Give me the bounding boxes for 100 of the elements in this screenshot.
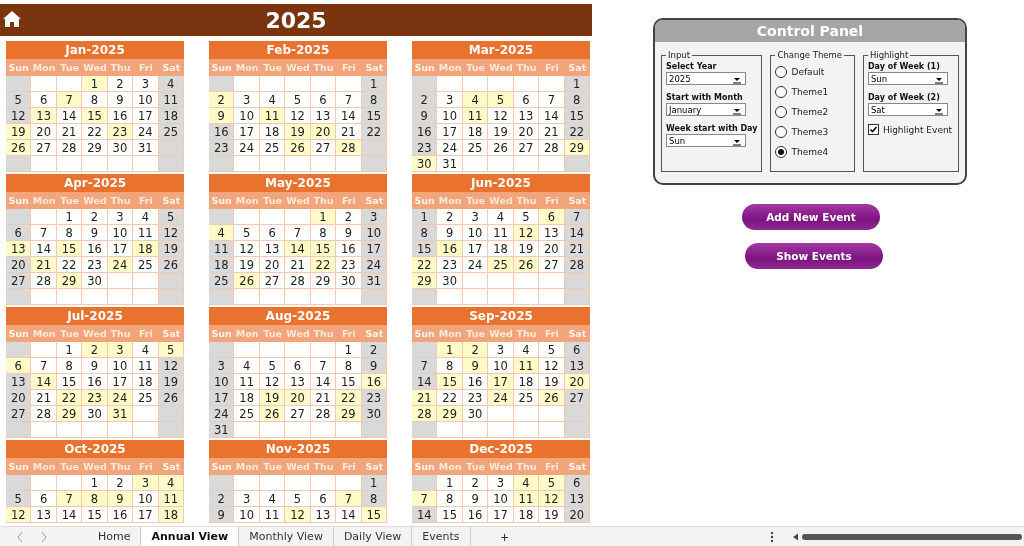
calendar-cell: 12 xyxy=(285,108,311,124)
calendar-cell: 30 xyxy=(361,406,387,422)
panel-title: Control Panel xyxy=(655,20,965,42)
calendar-cell: 7 xyxy=(31,225,57,241)
calendar-cell: 27 xyxy=(285,406,311,422)
action-button[interactable]: Show Events xyxy=(745,243,883,269)
calendar-cell xyxy=(412,289,438,305)
calendar-cell: 12 xyxy=(234,241,260,257)
weekday-header: Fri xyxy=(539,458,565,475)
calendar-cell: 22 xyxy=(56,390,83,406)
calendar-cell: 20 xyxy=(31,124,57,140)
calendar-cell xyxy=(259,76,286,92)
calendar-cell: 2 xyxy=(209,92,235,108)
calendar-cell xyxy=(234,342,260,358)
calendar-cell xyxy=(6,209,32,225)
calendar-cell xyxy=(31,475,57,491)
calendar-cell: 12 xyxy=(6,108,32,124)
calendar-cell: 16 xyxy=(462,374,489,390)
calendar-cell: 23 xyxy=(82,390,108,406)
calendar-cell: 22 xyxy=(437,390,463,406)
calendar-cell xyxy=(361,289,387,305)
calendar-cell: 11 xyxy=(488,225,514,241)
calendar-cell xyxy=(513,76,540,92)
calendar-cell: 10 xyxy=(234,507,260,523)
calendar-cell: 9 xyxy=(82,358,108,374)
calendar-cell: 16 xyxy=(437,241,463,257)
calendar-cell xyxy=(259,422,286,438)
calendar-cell: 11 xyxy=(209,241,235,257)
calendar-cell: 12 xyxy=(539,358,565,374)
calendar-cell: 14 xyxy=(564,225,590,241)
dropdown[interactable]: 2025 xyxy=(666,72,746,85)
radio-button[interactable] xyxy=(775,106,788,118)
calendar-cell: 12 xyxy=(158,358,184,374)
calendar-cell: 24 xyxy=(361,257,387,273)
weekday-header: Fri xyxy=(133,325,159,342)
calendar-cell: 11 xyxy=(158,92,184,108)
weekday-header: Mon xyxy=(437,59,463,76)
calendar-cell: 16 xyxy=(107,108,134,124)
calendar-cell: 23 xyxy=(462,390,489,406)
calendar-cell: 16 xyxy=(82,241,108,257)
calendar-cell: 10 xyxy=(133,92,159,108)
weekday-header: Wed xyxy=(285,325,311,342)
dropdown[interactable]: Sun xyxy=(666,134,746,147)
calendar-cell: 11 xyxy=(133,358,159,374)
calendar-cell: 1 xyxy=(361,475,387,491)
checkbox[interactable] xyxy=(867,124,879,135)
calendar-cell: 10 xyxy=(234,108,260,124)
calendar-cell: 6 xyxy=(31,491,57,507)
weekday-header: Fri xyxy=(539,192,565,209)
calendar-cell: 1 xyxy=(310,209,337,225)
calendar-cell: 3 xyxy=(437,92,463,108)
calendar-cell: 26 xyxy=(539,390,565,406)
calendar-cell: 28 xyxy=(56,140,83,156)
calendar-cell: 15 xyxy=(82,108,108,124)
radio-button[interactable] xyxy=(775,86,788,98)
calendar-cell: 30 xyxy=(82,273,108,289)
calendar-cell xyxy=(437,289,463,305)
scrollbar[interactable] xyxy=(792,531,1022,542)
calendar-cell: 15 xyxy=(82,507,108,523)
checkbox-label: Highlight Event xyxy=(882,124,953,135)
dropdown[interactable]: Sun xyxy=(867,72,948,85)
weekday-header: Tue xyxy=(259,192,286,209)
calendar-cell: 6 xyxy=(6,225,32,241)
sheet-tab[interactable]: Monthly View xyxy=(239,527,334,546)
calendar-cell: 20 xyxy=(539,241,565,257)
radio-button[interactable] xyxy=(775,126,788,138)
radio-button[interactable] xyxy=(775,66,788,78)
home-icon[interactable] xyxy=(2,10,22,28)
calendar-cell xyxy=(234,289,260,305)
calendar-cell: 5 xyxy=(158,342,184,358)
calendar-cell: 5 xyxy=(488,92,514,108)
calendar-cell: 25 xyxy=(513,390,540,406)
sheet-tab[interactable]: Daily View xyxy=(333,527,413,546)
add-sheet-button[interactable]: + xyxy=(470,527,539,546)
calendar-cell: 13 xyxy=(513,108,540,124)
calendar-cell: 9 xyxy=(209,108,235,124)
weekday-header: Thu xyxy=(513,325,540,342)
calendar-cell: 4 xyxy=(234,358,260,374)
sheet-tab[interactable]: Annual View xyxy=(141,527,240,546)
sheet-tab[interactable]: Events xyxy=(412,527,471,546)
dropdown[interactable]: January xyxy=(666,103,746,116)
calendar-cell: 24 xyxy=(209,406,235,422)
month-title: Mar-2025 xyxy=(412,41,590,59)
calendar-cell: 3 xyxy=(488,475,514,491)
more-icon[interactable] xyxy=(770,530,774,543)
calendar-cell: 7 xyxy=(310,358,337,374)
weekday-header: Fri xyxy=(539,59,565,76)
radio-label: Theme2 xyxy=(791,107,829,117)
calendar-cell: 6 xyxy=(310,92,337,108)
calendar-cell xyxy=(513,406,540,422)
calendar-cell xyxy=(488,422,514,438)
calendar-cell: 27 xyxy=(310,140,337,156)
calendar-cell: 2 xyxy=(107,76,134,92)
calendar-cell xyxy=(107,422,134,438)
calendar-cell: 22 xyxy=(361,124,387,140)
calendar-cell: 17 xyxy=(437,124,463,140)
calendar-cell: 23 xyxy=(82,257,108,273)
radio-button[interactable] xyxy=(775,146,788,158)
dropdown[interactable]: Sat xyxy=(867,103,948,116)
action-button[interactable]: Add New Event xyxy=(742,204,880,230)
